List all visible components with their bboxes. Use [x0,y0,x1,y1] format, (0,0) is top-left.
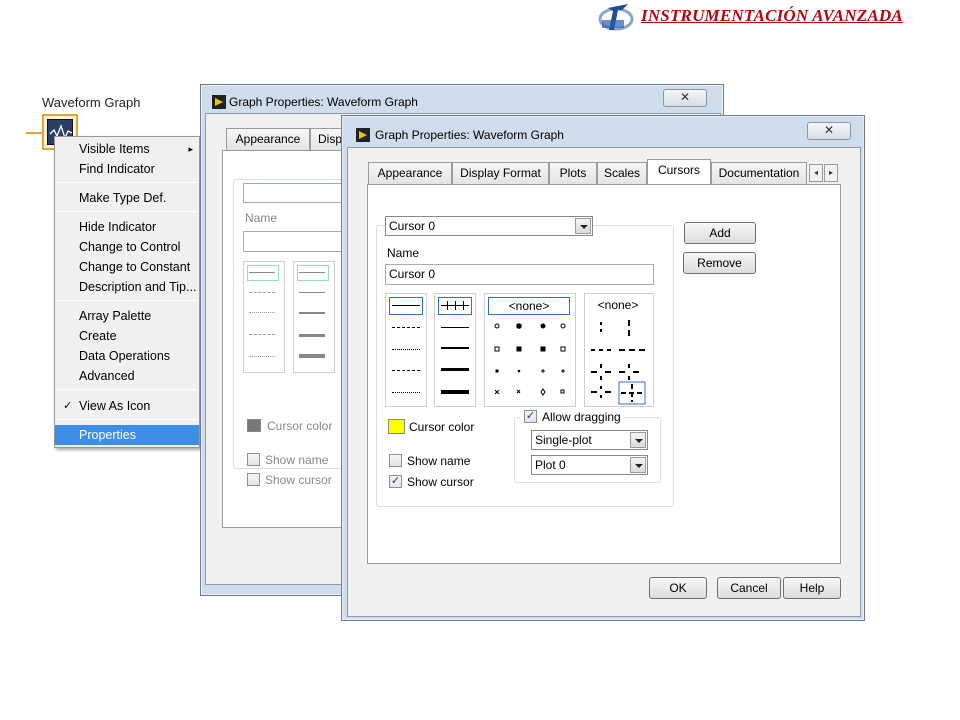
menu-item-make-type-def[interactable]: Make Type Def. [55,188,199,208]
menu-item-visible-items[interactable]: Visible Items ▸ [55,139,199,159]
cancel-button[interactable]: Cancel [717,577,781,599]
cursor-style-glyphs [591,320,646,405]
ok-button[interactable]: OK [649,577,707,599]
point-style-glyphs [494,323,566,396]
waveform-graph-label: Waveform Graph [42,95,141,110]
menu-separator [57,419,197,420]
line-width-picker[interactable] [293,261,335,373]
chevron-down-icon[interactable] [575,218,591,234]
show-cursor-label: Show cursor [265,473,332,487]
help-button[interactable]: Help [783,577,841,599]
name-label: Name [245,211,278,225]
tab-scales[interactable]: Scales [597,162,647,184]
menu-item-properties[interactable]: Properties [55,425,199,445]
menu-item-create[interactable]: Create [55,326,199,346]
menu-item-change-to-control[interactable]: Change to Control [55,237,199,257]
menu-separator [57,389,197,390]
cursor-color-label: Cursor color [267,419,333,433]
properties-dialog: Graph Properties: Waveform Graph ✕ Appea… [341,115,865,621]
cursor-style-picker[interactable]: <none> [584,293,654,407]
cursor-color-swatch[interactable] [388,419,405,434]
menu-item-find-indicator[interactable]: Find Indicator [55,159,199,179]
check-icon: ✓ [390,475,401,487]
show-name-label: Show name [265,453,329,467]
labview-app-icon [212,95,226,109]
cursor-color-swatch[interactable] [247,419,261,432]
menu-item-data-operations[interactable]: Data Operations [55,346,199,366]
close-button[interactable]: ✕ [663,89,707,107]
tab-cursors[interactable]: Cursors [647,159,711,184]
menu-separator [57,182,197,183]
cursor-select[interactable] [243,183,353,203]
dialog-client-area: Appearance Display Format Plots Scales C… [347,147,861,617]
show-name-checkbox[interactable] [389,454,402,467]
show-name-checkbox[interactable] [247,453,260,466]
allow-dragging-label: Allow dragging [542,410,621,424]
line-style-picker[interactable] [243,261,285,373]
tab-appearance[interactable]: Appearance [368,162,452,184]
menu-item-array-palette[interactable]: Array Palette [55,306,199,326]
plot-select[interactable]: Plot 0 [531,455,648,475]
add-cursor-button[interactable]: Add [684,222,756,244]
tab-appearance[interactable]: Appearance [226,128,310,150]
tab-scroll-right-button[interactable]: ▸ [824,164,838,182]
show-cursor-checkbox[interactable] [247,473,260,486]
remove-cursor-button[interactable]: Remove [683,252,756,274]
allow-dragging-checkbox[interactable]: ✓ [524,410,537,423]
check-icon: ✓ [63,400,73,412]
tab-display-format[interactable]: Display Format [452,162,549,184]
menu-item-advanced[interactable]: Advanced [55,366,199,386]
point-style-value: <none> [488,297,570,315]
name-field[interactable] [243,231,353,252]
cursors-tab-panel: Cursor 0 Name Cursor 0 <none> <none> Cur… [367,184,841,564]
cursor-select[interactable]: Cursor 0 [385,216,593,236]
tab-documentation[interactable]: Documentation [711,162,807,184]
show-cursor-label: Show cursor [407,475,474,489]
line-width-picker[interactable] [434,293,476,407]
labview-app-icon [356,128,370,142]
cursor-style-value: <none> [597,298,639,312]
menu-item-description-and-tip[interactable]: Description and Tip... [55,277,199,297]
chevron-down-icon[interactable] [630,457,646,473]
name-field[interactable]: Cursor 0 [385,264,654,285]
line-style-picker[interactable] [385,293,427,407]
faculty-logo [598,4,634,31]
drag-mode-select[interactable]: Single-plot [531,430,648,450]
menu-item-view-as-icon[interactable]: ✓ View As Icon [55,396,199,416]
point-style-picker[interactable]: <none> [484,293,576,407]
show-name-label: Show name [407,454,471,468]
brand-text: INSTRUMENTACIÓN AVANZADA [641,6,903,25]
show-cursor-checkbox[interactable]: ✓ [389,475,402,488]
wire-stub [26,132,42,134]
dialog-title: Graph Properties: Waveform Graph [375,128,564,142]
menu-item-hide-indicator[interactable]: Hide Indicator [55,217,199,237]
chevron-down-icon[interactable] [630,432,646,448]
tab-scroll-left-button[interactable]: ◂ [809,164,823,182]
menu-item-change-to-constant[interactable]: Change to Constant [55,257,199,277]
cursor-color-label: Cursor color [409,420,475,434]
close-button[interactable]: ✕ [807,122,851,140]
context-menu: Visible Items ▸ Find Indicator Make Type … [54,136,200,448]
check-icon: ✓ [525,410,536,422]
menu-separator [57,300,197,301]
menu-separator [57,211,197,212]
dialog-title: Graph Properties: Waveform Graph [229,95,418,109]
tab-plots[interactable]: Plots [549,162,597,184]
name-label: Name [387,246,420,260]
